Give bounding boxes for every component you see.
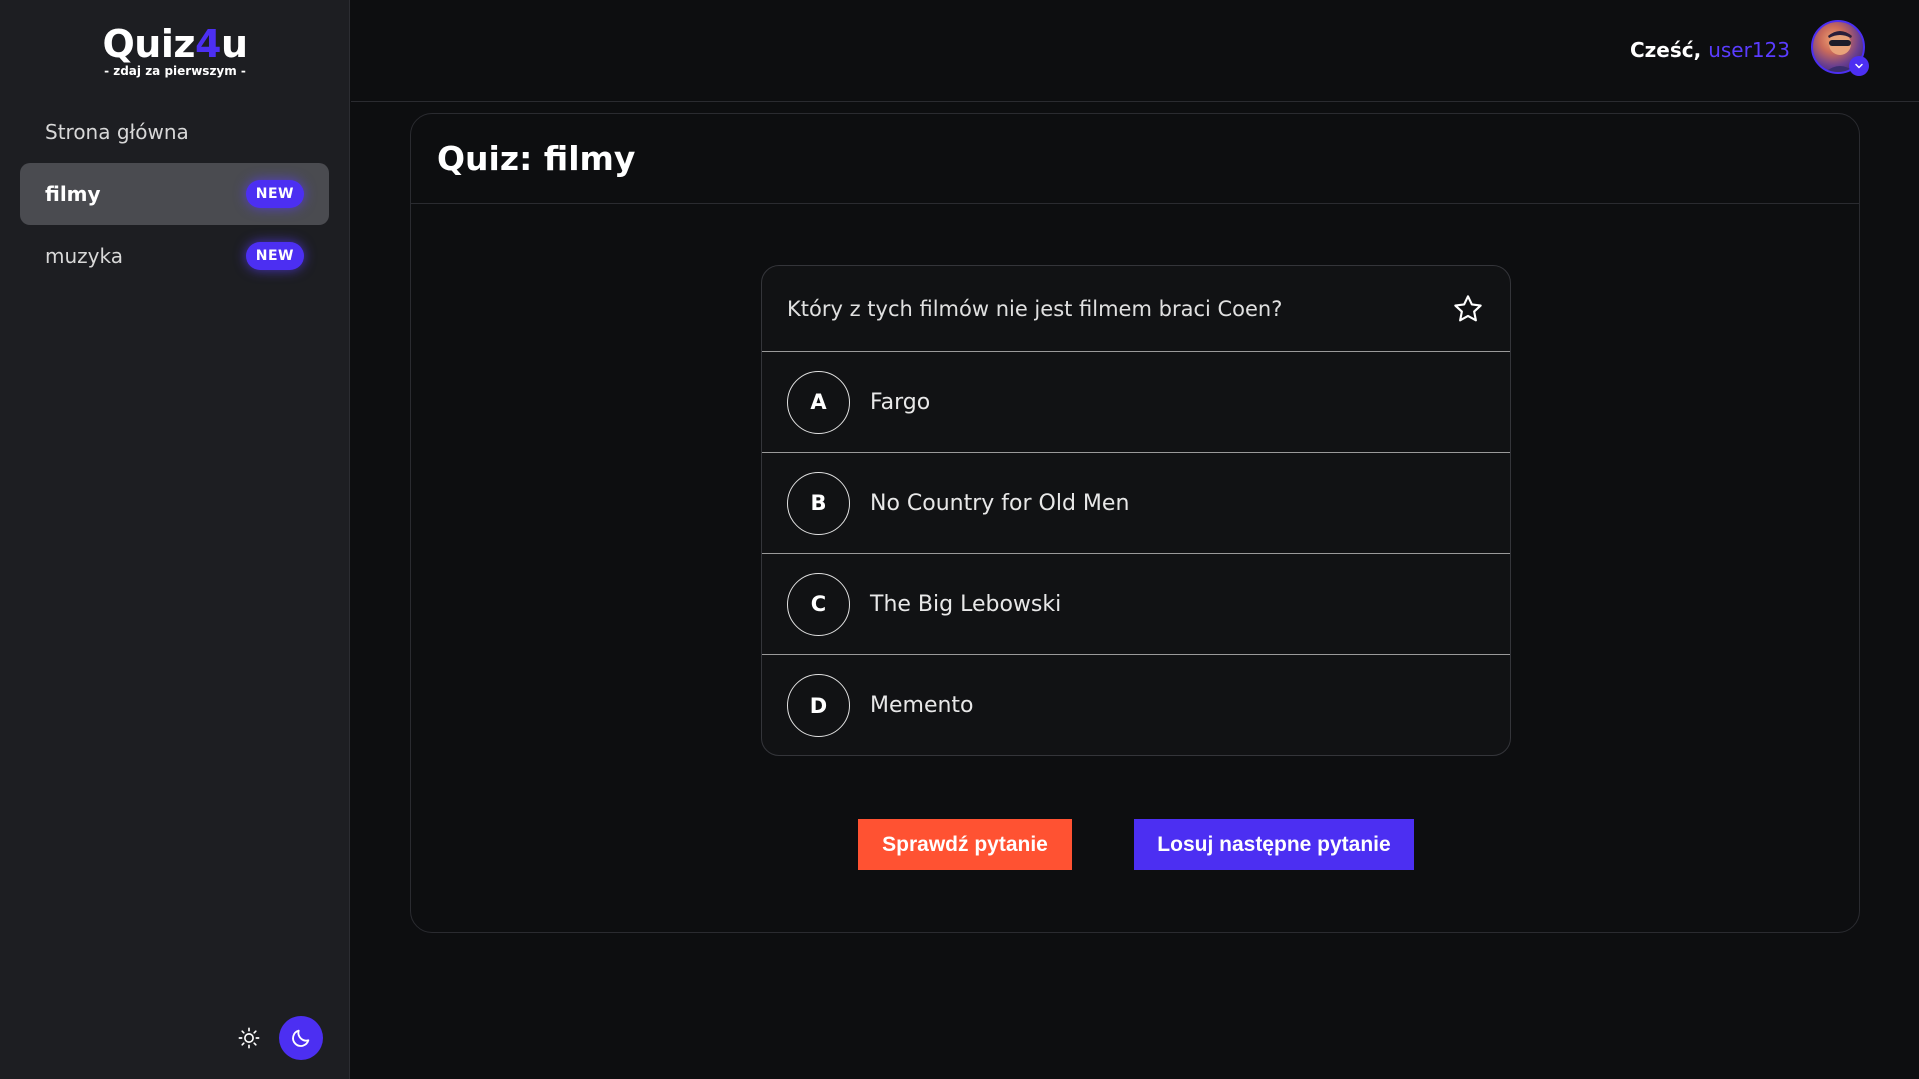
answer-text: Memento [870,693,974,718]
quiz-card: Quiz: filmy Który z tych filmów nie jest… [410,113,1860,933]
question-header: Który z tych filmów nie jest filmem brac… [762,266,1510,352]
sidebar-item-label: Strona główna [45,120,189,144]
answer-text: The Big Lebowski [870,591,1062,617]
answer-letter: B [787,471,850,535]
sidebar-item-muzyka[interactable]: muzyka NEW [20,225,329,287]
username-link[interactable]: user123 [1708,38,1790,62]
check-question-button[interactable]: Sprawdź pytanie [858,819,1072,870]
new-badge: NEW [245,242,304,270]
logo[interactable]: Quiz4u - zdaj za pierwszym - [0,22,350,78]
question-text: Który z tych filmów nie jest filmem brac… [787,296,1283,321]
moon-icon[interactable] [279,1016,323,1060]
chevron-down-icon[interactable] [1849,56,1869,76]
answer-option-d[interactable]: D Memento [762,655,1510,755]
star-icon[interactable] [1451,292,1485,326]
page-title: Quiz: filmy [437,139,636,178]
answer-text: No Country for Old Men [870,490,1130,516]
greeting-text: Cześć, [1629,38,1702,62]
question-box: Który z tych filmów nie jest filmem brac… [761,265,1511,756]
answer-option-c[interactable]: C The Big Lebowski [762,554,1510,655]
sidebar-nav: Strona główna filmy NEW muzyka NEW [20,107,329,287]
answer-letter: A [787,370,850,434]
greeting: Cześć, user123 [1630,38,1790,62]
logo-title: Quiz4u [102,22,248,66]
answer-option-a[interactable]: A Fargo [762,352,1510,453]
top-header: Cześć, user123 [351,0,1919,102]
logo-tagline: - zdaj za pierwszym - [104,64,246,78]
answer-text: Fargo [870,389,931,415]
sidebar-item-home[interactable]: Strona główna [20,107,329,157]
theme-toggle [233,1016,323,1060]
answer-option-b[interactable]: B No Country for Old Men [762,453,1510,554]
answer-letter: D [787,674,850,737]
sidebar: Quiz4u - zdaj za pierwszym - Strona głów… [0,0,350,1079]
card-header: Quiz: filmy [411,114,1859,204]
next-question-button[interactable]: Losuj następne pytanie [1134,819,1414,870]
sun-icon[interactable] [233,1022,265,1054]
sidebar-item-filmy[interactable]: filmy NEW [20,163,329,225]
answer-letter: C [787,572,850,636]
new-badge: NEW [245,180,304,208]
